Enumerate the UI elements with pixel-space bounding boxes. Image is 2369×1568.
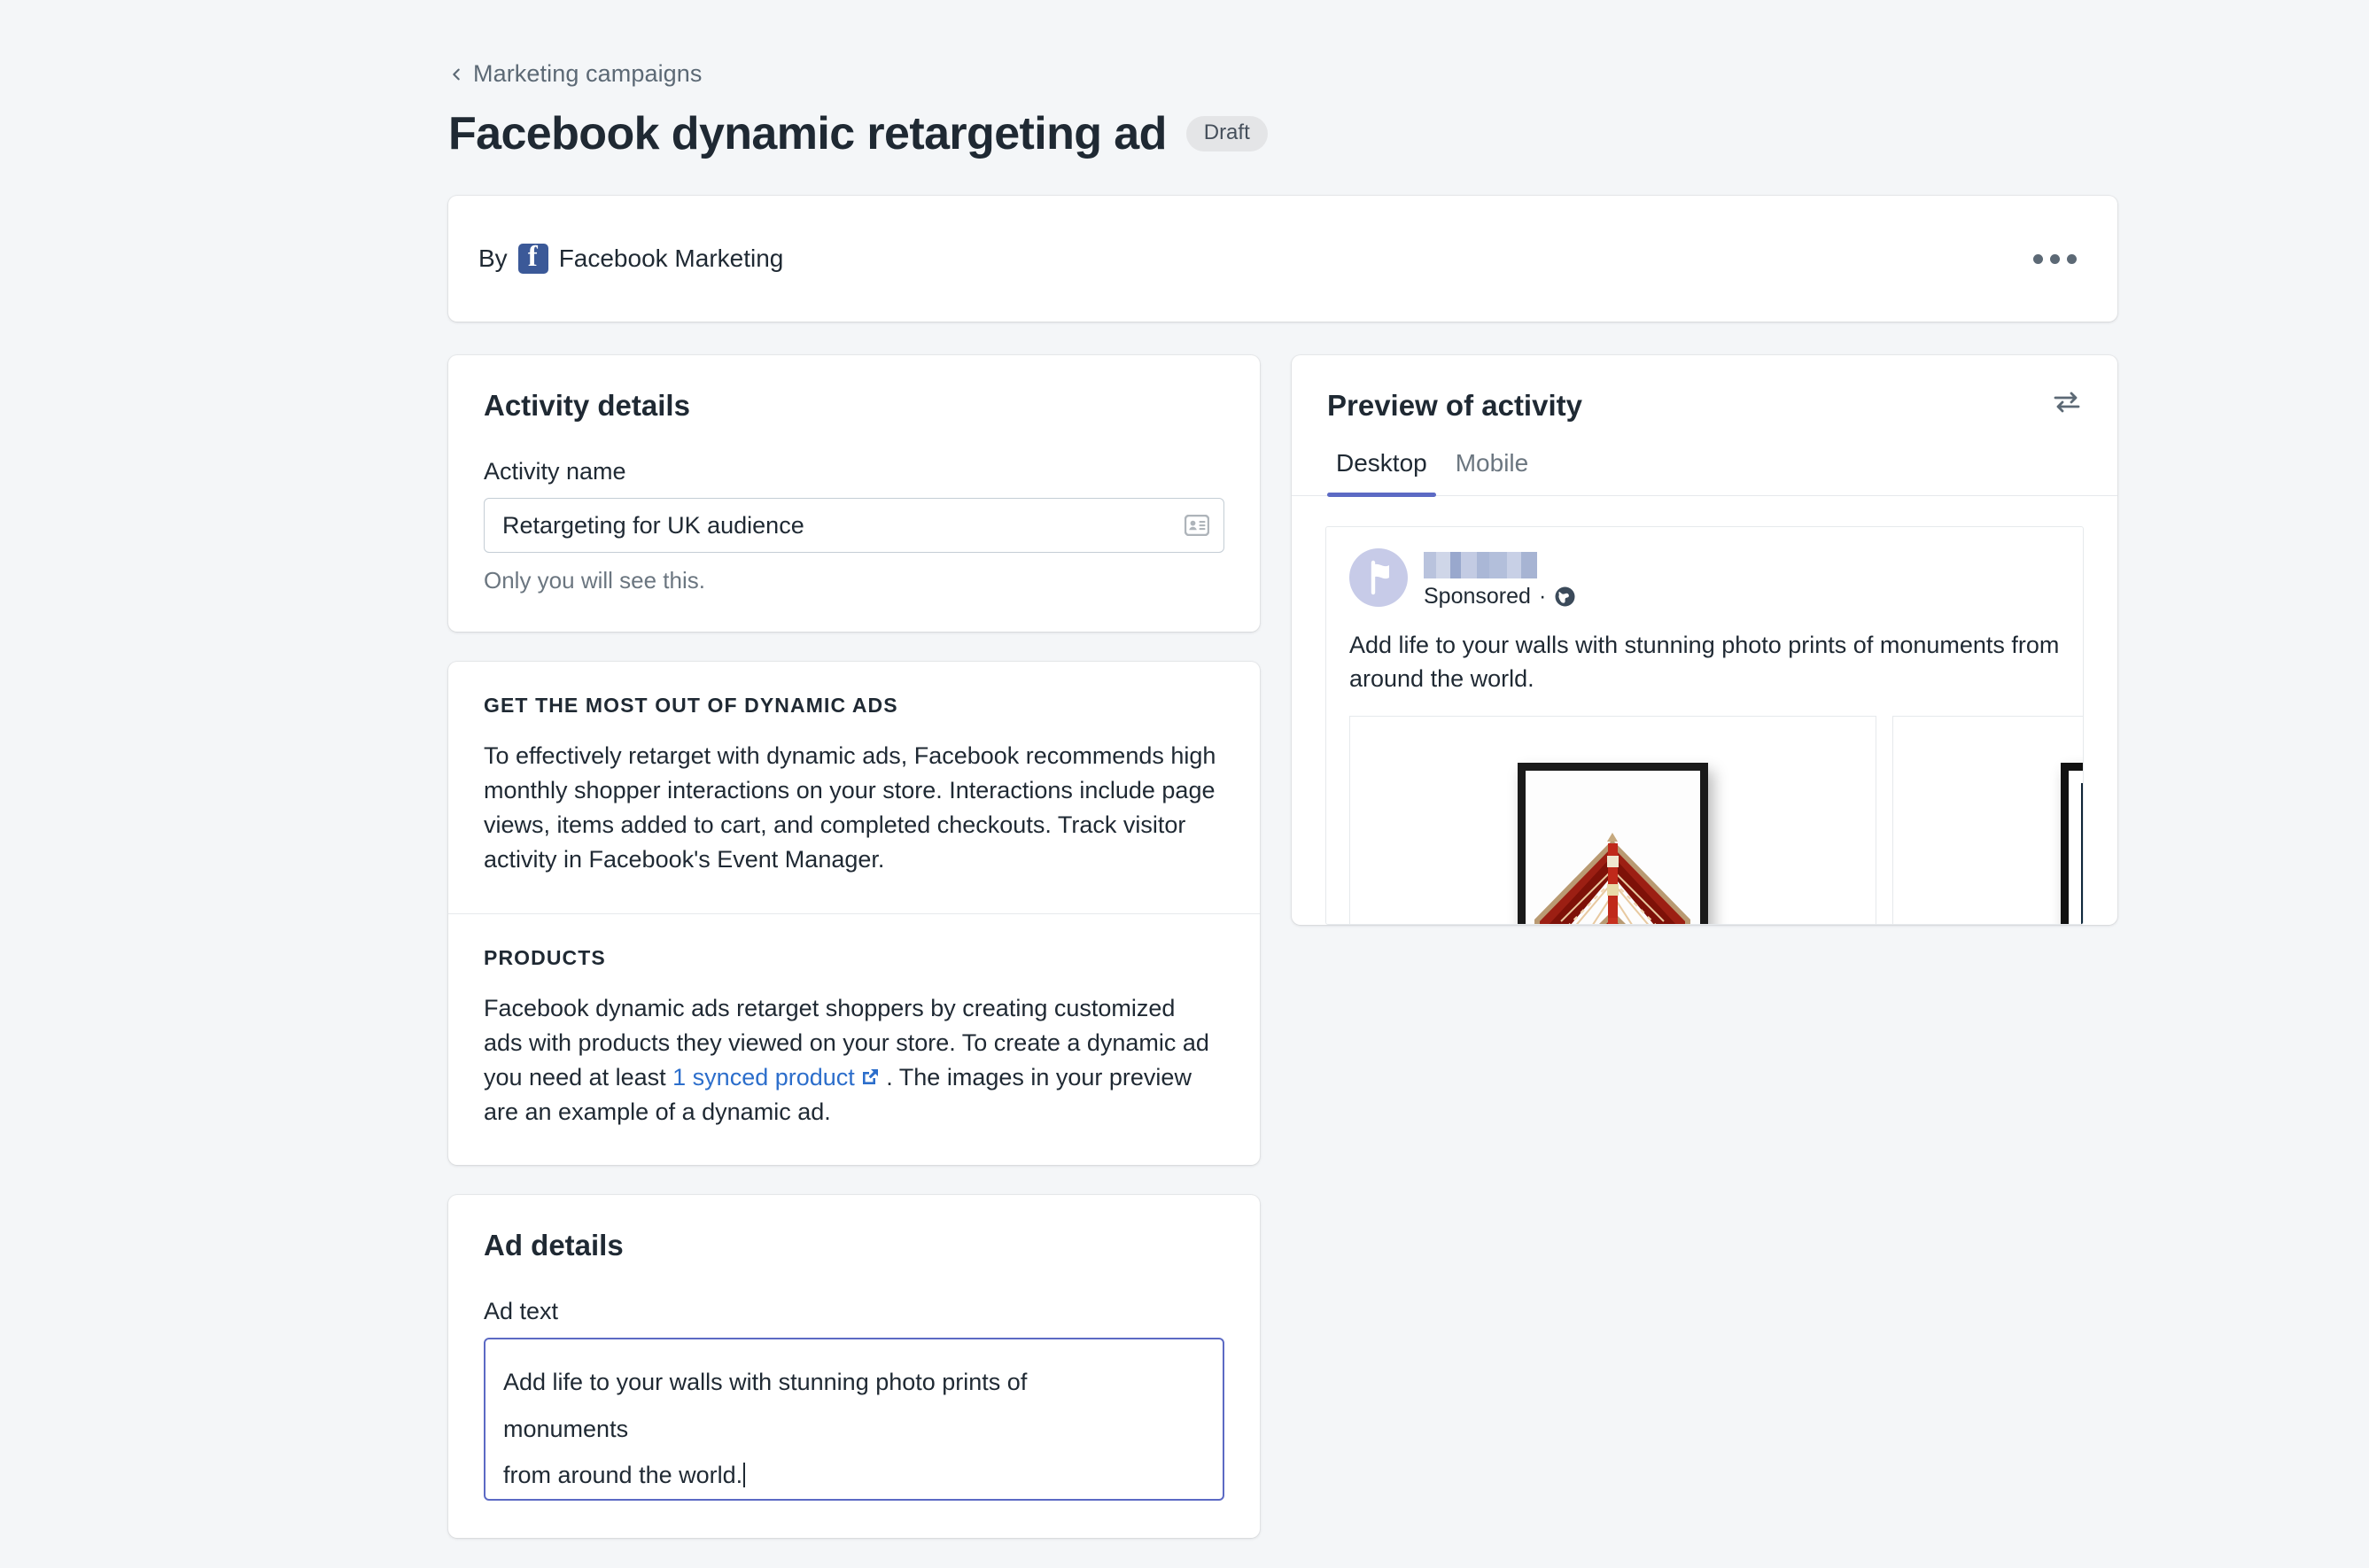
ad-text-line: Add life to your walls with stunning pho… — [503, 1369, 1028, 1396]
products-kicker: PRODUCTS — [484, 945, 606, 969]
activity-name-helper: Only you will see this. — [484, 567, 705, 594]
globe-icon — [1554, 586, 1576, 608]
preview-title: Preview of activity — [1327, 389, 1582, 422]
byline: By Facebook Marketing — [478, 241, 784, 274]
flag-avatar-icon — [1349, 548, 1408, 607]
products-body: Facebook dynamic ads retarget shoppers b… — [484, 991, 1219, 1130]
sponsored-row: Sponsored · — [1424, 584, 1576, 609]
facebook-icon — [517, 241, 548, 274]
tips-section-products: PRODUCTS Facebook dynamic ads retarget s… — [448, 912, 1260, 1166]
text-cursor — [743, 1463, 746, 1488]
preview-card: Preview of activity Desktop Mobile Spons… — [1292, 355, 2117, 925]
ad-text-line-with-caret: from around the world. — [503, 1452, 1205, 1499]
byline-prefix: By — [478, 245, 508, 272]
activity-name-label: Activity name — [484, 458, 626, 485]
tips-body: To effectively retarget with dynamic ads… — [484, 742, 1216, 873]
post-meta: Sponsored · — [1424, 548, 1576, 609]
ad-text-textarea[interactable]: Add life to your walls with stunning pho… — [484, 1338, 1224, 1502]
ad-details-title: Ad details — [484, 1229, 624, 1262]
product-carousel[interactable]: "Point" Framed Print £60.00 Shop Now — [1326, 696, 2083, 924]
ad-text-label: Ad text — [484, 1298, 559, 1325]
status-badge: Draft — [1185, 116, 1268, 151]
post-text: Add life to your walls with stunning pho… — [1349, 632, 2060, 692]
activity-details-card: Activity details Activity name Retargeti… — [448, 355, 1260, 632]
activity-details-title: Activity details — [484, 389, 690, 422]
tips-card: GET THE MOST OUT OF DYNAMIC ADS To effec… — [448, 662, 1260, 1166]
right-column: Preview of activity Desktop Mobile Spons… — [1292, 355, 2117, 925]
preview-tabs: Desktop Mobile — [1292, 449, 2117, 497]
tab-mobile[interactable]: Mobile — [1447, 449, 1537, 495]
external-link-icon — [860, 1062, 880, 1084]
breadcrumb[interactable]: Marketing campaigns — [448, 60, 703, 88]
post-header: Sponsored · — [1326, 527, 2083, 609]
chevron-left-icon — [448, 66, 464, 82]
page-name-blurred — [1424, 552, 1537, 578]
page-title: Facebook dynamic retargeting ad — [448, 108, 1167, 159]
page-header: Facebook dynamic retargeting ad Draft — [448, 107, 2117, 160]
left-column: Activity details Activity name Retargeti… — [448, 355, 1260, 1539]
framed-navy-print — [1893, 716, 2083, 924]
facebook-post-preview: Sponsored · Add life to your walls with … — [1325, 526, 2084, 925]
ellipsis-icon[interactable] — [2024, 245, 2085, 273]
preview-body: Sponsored · Add life to your walls with … — [1292, 496, 2117, 925]
byline-app-name: Facebook Marketing — [558, 245, 784, 272]
page-content: Marketing campaigns Facebook dynamic ret… — [448, 0, 2117, 1539]
sponsored-label: Sponsored — [1424, 584, 1531, 609]
synced-product-link-label: 1 synced product — [672, 1063, 855, 1091]
activity-name-field[interactable] — [484, 498, 1224, 553]
swap-arrows-icon[interactable] — [2052, 389, 2082, 415]
contact-card-icon — [1184, 514, 1210, 537]
activity-name-input[interactable] — [485, 499, 1223, 552]
tab-desktop[interactable]: Desktop — [1327, 449, 1436, 497]
ad-text-line: from around the world. — [503, 1462, 743, 1489]
app-byline-card: By Facebook Marketing — [448, 196, 2117, 322]
ad-details-card: Ad details Ad text Add life to your wall… — [448, 1195, 1260, 1539]
app-page: Marketing campaigns Facebook dynamic ret… — [0, 0, 2369, 1568]
framed-pagoda-print — [1350, 716, 1876, 924]
preview-header: Preview of activity — [1292, 355, 2117, 423]
tips-section-dynamic-ads: GET THE MOST OUT OF DYNAMIC ADS To effec… — [448, 662, 1260, 913]
product-card[interactable]: "Point" Framed Print £60.00 Shop Now — [1349, 715, 1876, 924]
product-card[interactable]: "We the North" £55.00 — [1892, 715, 2083, 924]
synced-product-link[interactable]: 1 synced product — [672, 1064, 880, 1091]
main-columns: Activity details Activity name Retargeti… — [448, 355, 2117, 1539]
breadcrumb-label: Marketing campaigns — [473, 60, 703, 87]
tips-kicker: GET THE MOST OUT OF DYNAMIC ADS — [484, 694, 898, 717]
sponsored-separator: · — [1538, 584, 1547, 609]
ad-text-line: monuments — [503, 1415, 629, 1442]
